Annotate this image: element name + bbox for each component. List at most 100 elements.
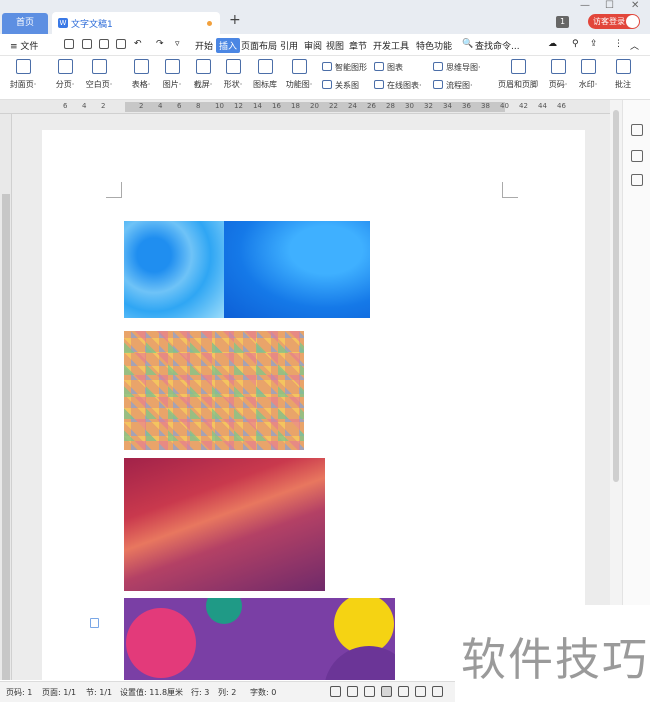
export-icon[interactable] bbox=[82, 39, 92, 49]
screenshot-button[interactable]: 截屏· bbox=[188, 59, 218, 90]
fullscreen-icon[interactable] bbox=[330, 686, 341, 697]
print-icon[interactable] bbox=[99, 39, 109, 49]
select-cursor-icon[interactable] bbox=[631, 150, 643, 162]
header-footer-button[interactable]: 页眉和页脚 bbox=[496, 59, 540, 90]
online-chart-icon bbox=[374, 80, 384, 89]
search-icon[interactable]: 🔍 bbox=[462, 39, 473, 49]
tab-view[interactable]: 视图 bbox=[326, 39, 344, 52]
collab-icon[interactable]: ⚲ bbox=[572, 39, 579, 49]
pink-circle bbox=[126, 608, 196, 678]
ruler-tick-label: 18 bbox=[291, 102, 300, 110]
ruler-text-area bbox=[2, 194, 10, 680]
row-info: 行: 3 bbox=[191, 688, 210, 697]
relation-chart-button[interactable]: 关系图 bbox=[322, 80, 359, 91]
vertical-ruler[interactable] bbox=[0, 114, 12, 680]
smart-art-button[interactable]: 智能图形 bbox=[322, 62, 367, 73]
save-icon[interactable] bbox=[64, 39, 74, 49]
teal-circle bbox=[206, 598, 242, 624]
header-footer-icon bbox=[510, 59, 526, 74]
comment-button[interactable]: 批注 bbox=[610, 59, 636, 90]
pen-mode-icon[interactable] bbox=[364, 686, 375, 697]
home-tab[interactable]: 首页 bbox=[2, 13, 48, 34]
page-count[interactable]: 页面: 1/1 bbox=[42, 687, 76, 698]
quick-access-dropdown-icon[interactable]: ▿ bbox=[175, 39, 180, 49]
guest-login-button[interactable]: 访客登录 bbox=[588, 14, 640, 29]
ruler-tick-label: 20 bbox=[310, 102, 319, 110]
horizontal-ruler[interactable]: 6 4 2 2 4 6 8 10 12 14 16 18 20 22 24 26 28 30 32 34 36 38 40 4… bbox=[0, 100, 610, 114]
section-info[interactable]: 节: 1/1 bbox=[86, 687, 112, 698]
eye-protect-icon[interactable] bbox=[432, 686, 443, 697]
edit-pen-icon[interactable] bbox=[631, 124, 643, 136]
file-menu[interactable]: ≡ 文件 bbox=[10, 39, 38, 52]
undo-icon[interactable]: ↶ bbox=[134, 39, 142, 49]
tab-special[interactable]: 特色功能 bbox=[416, 39, 452, 52]
blank-page-button[interactable]: 空白页· bbox=[82, 59, 116, 90]
vertical-scrollbar[interactable] bbox=[610, 100, 622, 680]
new-tab-button[interactable]: + bbox=[229, 12, 241, 28]
ruler-tick-label: 44 bbox=[538, 102, 547, 110]
ruler-tick-label: 22 bbox=[329, 102, 338, 110]
share-icon[interactable]: ⇪ bbox=[590, 39, 598, 49]
watermark-button[interactable]: 水印· bbox=[574, 59, 602, 90]
relation-chart-icon bbox=[322, 80, 332, 89]
site-watermark: 软件技巧 bbox=[455, 605, 650, 702]
tab-insert[interactable]: 插入 bbox=[216, 38, 241, 53]
page-code[interactable]: 页码: 1 bbox=[6, 687, 32, 698]
picture-button[interactable]: 图片· bbox=[157, 59, 187, 90]
dark-circle bbox=[324, 646, 395, 680]
tab-references[interactable]: 引用 bbox=[280, 39, 298, 52]
blue-abstract-image-right[interactable] bbox=[224, 221, 370, 318]
ruler-tick-label: 2 bbox=[101, 102, 106, 110]
tab-chapter[interactable]: 章节 bbox=[349, 39, 367, 52]
command-search[interactable]: 查找命令... bbox=[475, 39, 520, 52]
menu-bar: ≡ 文件 ↶ ↷ ▿ 开始 插入 页面布局 引用 审阅 视图 章节 开发工具 特… bbox=[0, 34, 650, 56]
unsaved-dot-icon bbox=[207, 21, 212, 26]
cover-page-button[interactable]: 封面页· bbox=[6, 59, 40, 90]
outline-view-icon[interactable] bbox=[398, 686, 409, 697]
function-chart-button[interactable]: 功能图· bbox=[282, 59, 316, 90]
more-icon[interactable]: ⋮ bbox=[614, 39, 623, 49]
maximize-button[interactable]: ☐ bbox=[605, 0, 614, 11]
red-wave-image[interactable] bbox=[124, 458, 325, 591]
tab-review[interactable]: 审阅 bbox=[304, 39, 322, 52]
writer-doc-icon: W bbox=[58, 18, 68, 28]
tab-home[interactable]: 开始 bbox=[195, 39, 213, 52]
ruler-tick-label: 6 bbox=[177, 102, 182, 110]
word-count[interactable]: 字数: 0 bbox=[250, 687, 276, 698]
flowchart-button[interactable]: 流程图· bbox=[433, 80, 473, 91]
watermark-text: 软件技巧 bbox=[461, 633, 650, 686]
table-button[interactable]: 表格· bbox=[126, 59, 156, 90]
online-chart-button[interactable]: 在线图表· bbox=[374, 80, 422, 91]
picture-icon bbox=[164, 59, 180, 74]
web-view-icon[interactable] bbox=[415, 686, 426, 697]
close-button[interactable]: ✕ bbox=[631, 0, 639, 11]
page-view-icon[interactable] bbox=[381, 686, 392, 697]
scrollbar-thumb[interactable] bbox=[613, 110, 619, 482]
focus-mode-icon[interactable] bbox=[347, 686, 358, 697]
blue-abstract-image-left[interactable] bbox=[124, 221, 224, 318]
preview-icon[interactable] bbox=[116, 39, 126, 49]
setting-value[interactable]: 设置值: 11.8厘米 bbox=[120, 687, 183, 698]
purple-circles-image[interactable] bbox=[124, 598, 395, 680]
collapse-ribbon-icon[interactable]: ︿ bbox=[630, 39, 639, 52]
icon-library-button[interactable]: 图标库 bbox=[250, 59, 280, 90]
tab-page-layout[interactable]: 页面布局 bbox=[241, 39, 277, 52]
paste-options-icon[interactable] bbox=[90, 618, 99, 628]
colorful-bricks-image[interactable] bbox=[124, 331, 304, 450]
document-page[interactable] bbox=[42, 130, 585, 680]
cloud-icon[interactable]: ☁ bbox=[548, 39, 557, 49]
shape-button[interactable]: 形状· bbox=[218, 59, 248, 90]
ruler-tick-label: 10 bbox=[215, 102, 224, 110]
window-count-badge[interactable]: 1 bbox=[556, 16, 569, 28]
ruler-tick-label: 30 bbox=[405, 102, 414, 110]
comment-icon bbox=[615, 59, 631, 74]
page-break-button[interactable]: 分页· bbox=[50, 59, 80, 90]
mind-map-button[interactable]: 思维导图· bbox=[433, 62, 481, 73]
chart-button[interactable]: 图表 bbox=[374, 62, 403, 73]
page-number-button[interactable]: 页码· bbox=[544, 59, 572, 90]
tab-developer[interactable]: 开发工具 bbox=[373, 39, 409, 52]
minimize-button[interactable]: — bbox=[580, 0, 590, 11]
redo-icon[interactable]: ↷ bbox=[156, 39, 164, 49]
document-tab[interactable]: W 文字文稿1 bbox=[52, 12, 220, 34]
settings-sliders-icon[interactable] bbox=[631, 174, 643, 186]
